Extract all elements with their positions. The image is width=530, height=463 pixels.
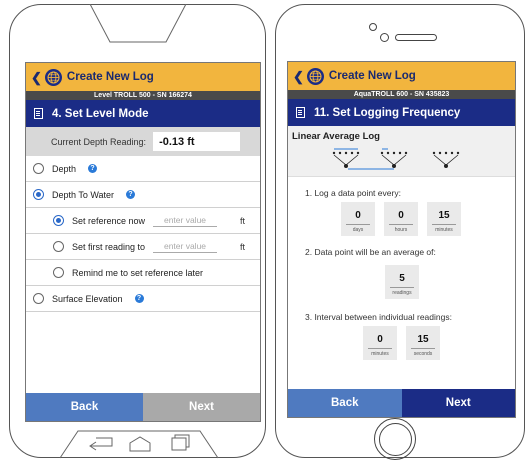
app-title: Create New Log: [328, 70, 416, 82]
device-label: AquaTROLL 600 - SN 435823: [288, 90, 515, 99]
unit-label: ft: [240, 241, 246, 252]
radio-remind-later[interactable]: [53, 267, 64, 278]
android-screen: ❮ Create New Log Level TROLL 500 - SN 16…: [25, 62, 261, 422]
hours-field[interactable]: 0 hours: [384, 202, 418, 236]
question-1-label: 1. Log a data point every:: [305, 188, 401, 198]
document-icon: [296, 107, 305, 118]
option-set-first-reading[interactable]: Set first reading to enter value ft: [26, 234, 260, 260]
option-set-reference-now[interactable]: Set reference now enter value ft: [26, 208, 260, 234]
interval-seconds-unit: seconds: [413, 351, 433, 357]
camera-icon: [369, 23, 377, 31]
days-unit: days: [352, 227, 364, 233]
interval-seconds-field[interactable]: 15 seconds: [406, 326, 440, 360]
first-reading-value-input[interactable]: enter value: [153, 241, 217, 253]
field-underline: [432, 224, 456, 225]
readings-unit: readings: [392, 290, 412, 296]
android-phone: ❮ Create New Log Level TROLL 500 - SN 16…: [9, 4, 266, 459]
option-depth[interactable]: Depth ?: [26, 156, 260, 182]
option-depth-to-water[interactable]: Depth To Water ?: [26, 182, 260, 208]
current-depth-value: -0.13 ft: [153, 132, 241, 151]
step-title: 4. Set Level Mode: [52, 107, 149, 120]
iphone-footer: Back Next: [288, 389, 515, 417]
unit-label: ft: [240, 215, 246, 226]
option-depth-label: Depth: [52, 163, 77, 174]
step-header: 11. Set Logging Frequency: [288, 99, 515, 126]
option-surface-elevation-label: Surface Elevation: [52, 293, 123, 304]
radio-depth-to-water[interactable]: [33, 189, 44, 200]
radio-set-first-reading[interactable]: [53, 241, 64, 252]
sensor-icon: [380, 33, 389, 42]
field-underline: [390, 287, 414, 288]
option-remind-later[interactable]: Remind me to set reference later: [26, 260, 260, 286]
option-set-first-reading-label: Set first reading to: [72, 241, 146, 252]
interval-seconds-value: 15: [417, 334, 429, 345]
question-3-label: 3. Interval between individual readings:: [305, 312, 452, 322]
hours-unit: hours: [394, 227, 408, 233]
field-underline: [346, 224, 370, 225]
option-depth-to-water-label: Depth To Water: [52, 189, 115, 200]
log-type-section: Linear Average Log: [288, 126, 515, 177]
back-button[interactable]: Back: [26, 393, 143, 421]
globe-logo-icon: [306, 67, 324, 85]
minutes-field[interactable]: 15 minutes: [427, 202, 461, 236]
field-underline: [368, 348, 392, 349]
question-2-label: 2. Data point will be an average of:: [305, 247, 436, 257]
iphone: ❮ Create New Log AquaTROLL 600 - SN 4358…: [275, 4, 525, 460]
option-surface-elevation[interactable]: Surface Elevation ?: [26, 286, 260, 312]
current-depth-label: Current Depth Reading:: [51, 136, 147, 147]
back-button[interactable]: Back: [288, 389, 402, 417]
interval-minutes-value: 0: [377, 334, 383, 345]
step-title: 11. Set Logging Frequency: [314, 106, 461, 119]
back-nav-icon[interactable]: [89, 437, 113, 451]
readings-field[interactable]: 5 readings: [385, 265, 419, 299]
device-label: Level TROLL 500 - SN 166274: [26, 91, 260, 100]
help-icon[interactable]: ?: [88, 164, 98, 173]
help-icon[interactable]: ?: [126, 190, 136, 199]
next-button[interactable]: Next: [143, 393, 260, 421]
days-value: 0: [355, 210, 361, 221]
radio-set-reference-now[interactable]: [53, 215, 64, 226]
option-remind-later-label: Remind me to set reference later: [72, 267, 204, 278]
help-icon[interactable]: ?: [134, 294, 144, 303]
home-button[interactable]: [374, 418, 416, 460]
next-button[interactable]: Next: [401, 389, 515, 417]
home-nav-icon[interactable]: [129, 436, 151, 452]
reference-value-input[interactable]: enter value: [153, 215, 217, 227]
stage: ❮ Create New Log Level TROLL 500 - SN 16…: [0, 0, 530, 463]
hours-value: 0: [398, 210, 404, 221]
app-title: Create New Log: [66, 71, 154, 83]
globe-logo-icon: [44, 68, 62, 86]
option-set-reference-now-label: Set reference now: [72, 215, 146, 226]
android-nav-buttons: [59, 430, 219, 459]
days-field[interactable]: 0 days: [341, 202, 375, 236]
interval-minutes-field[interactable]: 0 minutes: [363, 326, 397, 360]
linear-average-diagram-icon: [332, 148, 460, 170]
android-footer: Back Next: [26, 393, 260, 421]
document-icon: [34, 108, 43, 119]
speaker-slot: [395, 34, 437, 41]
back-chevron-icon[interactable]: ❮: [293, 70, 304, 83]
step-header: 4. Set Level Mode: [26, 100, 260, 127]
minutes-unit: minutes: [435, 227, 453, 233]
iphone-top-bar: ❮ Create New Log: [288, 62, 515, 90]
recents-nav-icon[interactable]: [171, 434, 190, 451]
radio-surface-elevation[interactable]: [33, 293, 44, 304]
back-chevron-icon[interactable]: ❮: [31, 71, 42, 84]
android-top-bar: ❮ Create New Log: [26, 63, 260, 91]
readings-value: 5: [399, 273, 405, 284]
android-top-bezel-decor: [89, 4, 187, 43]
iphone-screen: ❮ Create New Log AquaTROLL 600 - SN 4358…: [287, 61, 516, 418]
current-depth-row: Current Depth Reading: -0.13 ft: [26, 127, 260, 156]
radio-depth[interactable]: [33, 163, 44, 174]
log-type-label: Linear Average Log: [292, 131, 380, 142]
field-underline: [411, 348, 435, 349]
interval-minutes-unit: minutes: [371, 351, 389, 357]
field-underline: [389, 224, 413, 225]
minutes-value: 15: [438, 210, 450, 221]
